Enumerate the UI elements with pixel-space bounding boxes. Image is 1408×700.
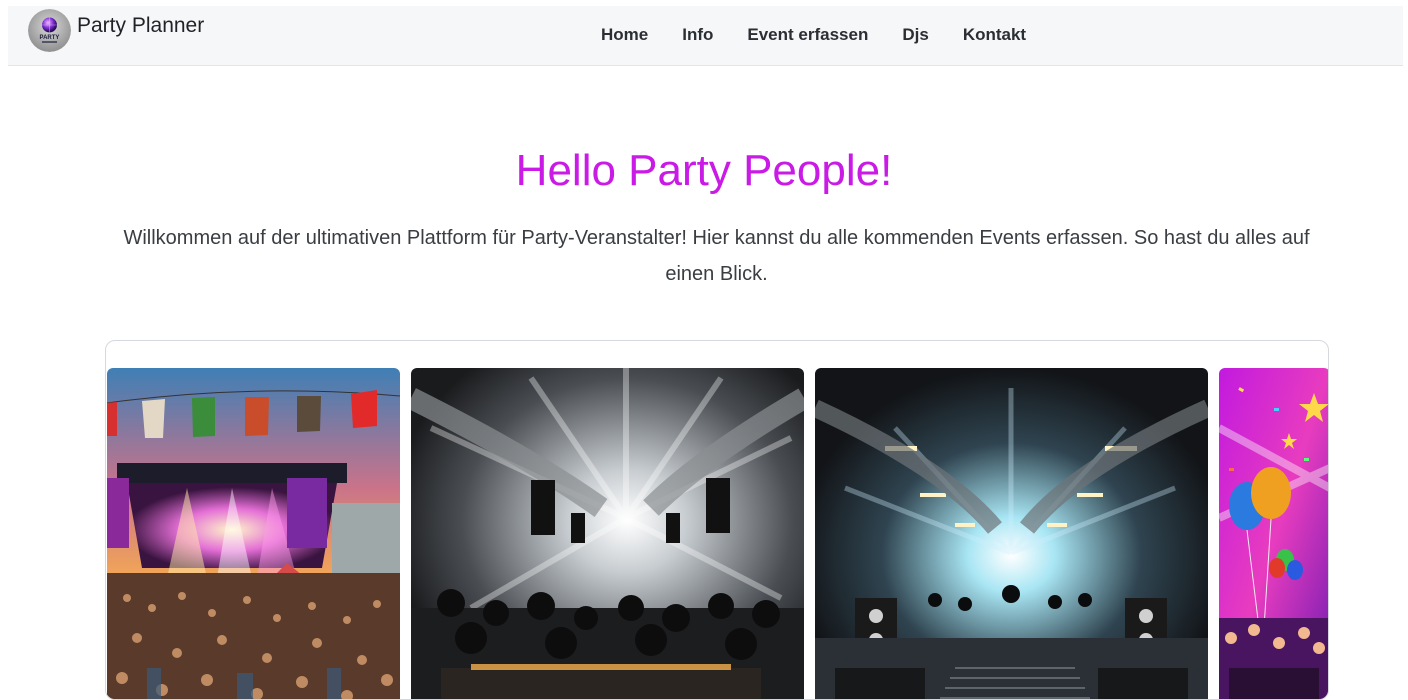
nav-link-kontakt[interactable]: Kontakt [963, 25, 1026, 45]
brand-link[interactable]: PARTY Party Planner [28, 9, 204, 52]
party-logo-icon: PARTY [28, 9, 71, 52]
balloon-party-image[interactable] [1219, 368, 1328, 699]
festival-stage-image[interactable] [107, 368, 400, 699]
brand-name: Party Planner [77, 14, 205, 37]
navbar: PARTY Party Planner Home Info Event erfa… [8, 6, 1403, 66]
hero-title: Hello Party People! [515, 146, 893, 195]
hero-text: Willkommen auf der ultimativen Plattform… [123, 227, 1310, 285]
nav-link-home[interactable]: Home [601, 25, 648, 45]
nav-link-info[interactable]: Info [682, 25, 713, 45]
nav-link-event-erfassen[interactable]: Event erfassen [747, 25, 868, 45]
nav-link-djs[interactable]: Djs [902, 25, 928, 45]
warehouse-dj-image[interactable] [815, 368, 1208, 699]
nav-links: Home Info Event erfassen Djs Kontakt [601, 20, 1026, 50]
svg-text:PARTY: PARTY [40, 35, 60, 41]
image-carousel[interactable] [105, 340, 1329, 700]
underground-club-image[interactable] [411, 368, 804, 699]
